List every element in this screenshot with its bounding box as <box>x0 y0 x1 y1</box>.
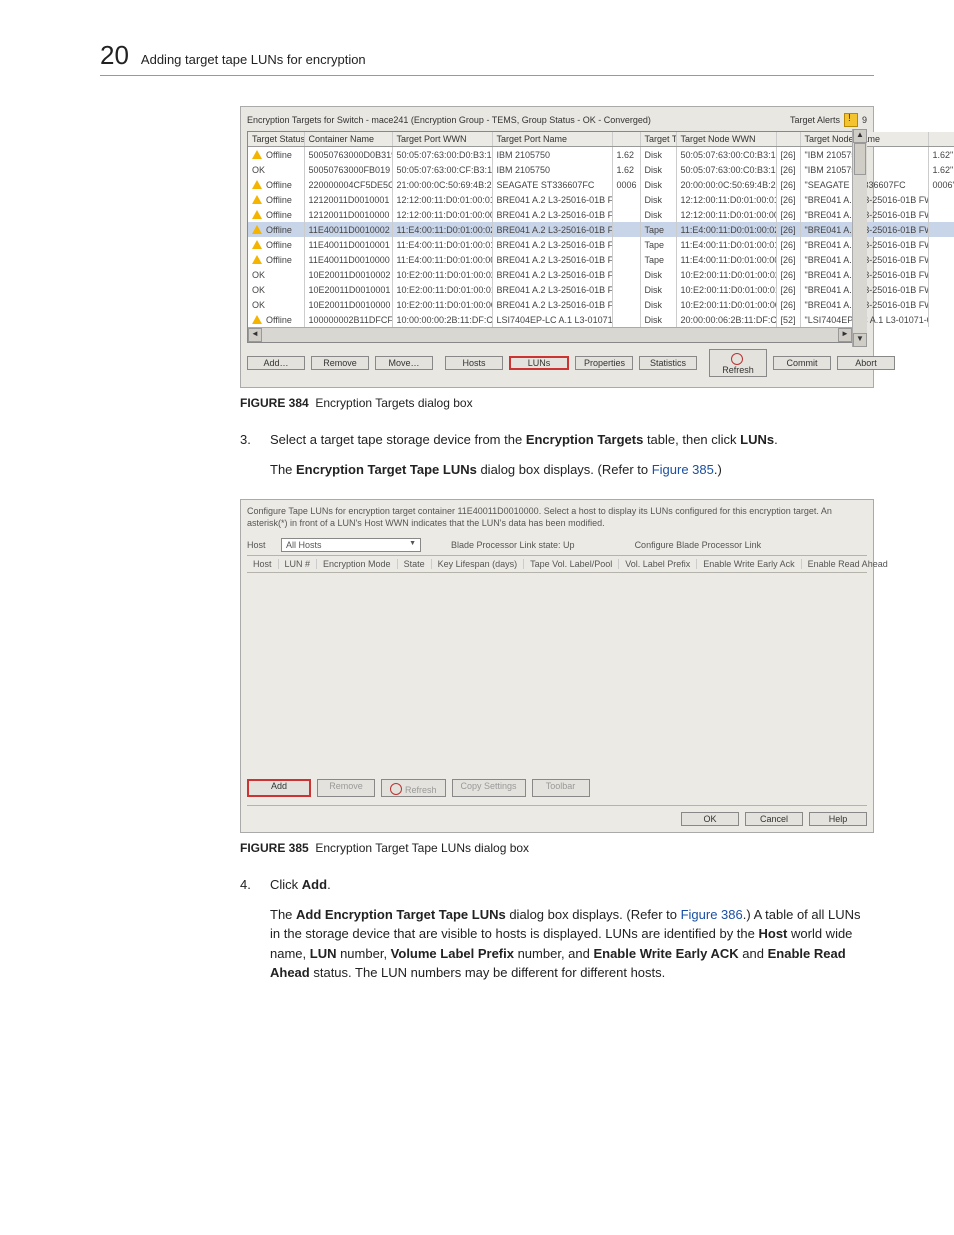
dialog-title: Encryption Targets for Switch - mace241 … <box>247 115 651 125</box>
host-label: Host <box>247 540 281 550</box>
target-alerts-label: Target Alerts <box>790 115 840 125</box>
table-row[interactable]: Offline11E40011D001000211:E4:00:11:D0:01… <box>248 222 954 237</box>
table-row[interactable]: Offline12120011D001000012:12:00:11:D0:01… <box>248 207 954 222</box>
dialog-description: Configure Tape LUNs for encryption targe… <box>247 506 867 529</box>
remove-button[interactable]: Remove <box>311 356 369 370</box>
v-scrollbar[interactable]: ▲▼ <box>852 129 867 347</box>
abort-button[interactable]: Abort <box>837 356 895 370</box>
hosts-button[interactable]: Hosts <box>445 356 503 370</box>
figure-384-caption: FIGURE 384 Encryption Targets dialog box <box>240 396 874 410</box>
column-header[interactable] <box>776 132 800 147</box>
warning-icon <box>252 315 262 324</box>
table-row[interactable]: Offline11E40011D001000011:E4:00:11:D0:01… <box>248 252 954 267</box>
step-3: 3. Select a target tape storage device f… <box>240 430 874 489</box>
warning-icon <box>252 180 262 189</box>
column-header[interactable]: Vol. Label Prefix <box>619 559 697 569</box>
h-scrollbar[interactable]: ◄► <box>248 327 852 342</box>
column-header[interactable]: Enable Write Early Ack <box>697 559 801 569</box>
target-alerts-count: 9 <box>862 115 867 125</box>
warning-icon <box>252 225 262 234</box>
table-row[interactable]: Offline220000004CF5DE5C121:00:00:0C:50:6… <box>248 177 954 192</box>
refresh-button[interactable]: Refresh <box>381 779 446 797</box>
help-button[interactable]: Help <box>809 812 867 826</box>
column-header[interactable]: Target Status <box>248 132 304 147</box>
refresh-icon <box>731 353 743 365</box>
column-header[interactable]: Container Name <box>304 132 392 147</box>
table-row[interactable]: Offline12120011D001000112:12:00:11:D0:01… <box>248 192 954 207</box>
alert-icon[interactable] <box>844 113 858 127</box>
move-button[interactable]: Move… <box>375 356 433 370</box>
column-header[interactable]: Enable Read Ahead <box>802 559 894 569</box>
figure-385-link[interactable]: Figure 385 <box>652 462 714 477</box>
table-row[interactable]: OK10E20011D001000210:E2:00:11:D0:01:00:0… <box>248 267 954 282</box>
chapter-number: 20 <box>100 40 129 71</box>
copy-settings-button[interactable]: Copy Settings <box>452 779 526 797</box>
configure-blade-processor-link[interactable]: Configure Blade Processor Link <box>635 540 762 550</box>
encryption-targets-dialog: Encryption Targets for Switch - mace241 … <box>240 106 874 388</box>
add-button[interactable]: Add <box>247 779 311 797</box>
table-row[interactable]: Offline100000002B11DFCF10:00:00:00:2B:11… <box>248 312 954 327</box>
column-header[interactable]: Target Node WWN <box>676 132 776 147</box>
table-row[interactable]: OK50050763000FB01950:05:07:63:00:CF:B3:1… <box>248 162 954 177</box>
column-header[interactable]: Encryption Mode <box>317 559 398 569</box>
host-dropdown[interactable]: All Hosts <box>281 538 421 552</box>
figure-385-caption: FIGURE 385 Encryption Target Tape LUNs d… <box>240 841 874 855</box>
column-header[interactable]: Host <box>247 559 279 569</box>
column-header[interactable]: LUN # <box>279 559 318 569</box>
chapter-header: 20 Adding target tape LUNs for encryptio… <box>100 40 874 76</box>
refresh-button[interactable]: Refresh <box>709 349 767 377</box>
ok-button[interactable]: OK <box>681 812 739 826</box>
cancel-button[interactable]: Cancel <box>745 812 803 826</box>
table-row[interactable]: Offline11E40011D001000111:E4:00:11:D0:01… <box>248 237 954 252</box>
table-row[interactable]: OK10E20011D001000010:E2:00:11:D0:01:00:0… <box>248 297 954 312</box>
warning-icon <box>252 195 262 204</box>
figure-386-link[interactable]: Figure 386 <box>681 907 743 922</box>
warning-icon <box>252 255 262 264</box>
step-4: 4. Click Add. The Add Encryption Target … <box>240 875 874 993</box>
add-button[interactable]: Add… <box>247 356 305 370</box>
encryption-targets-table[interactable]: Target StatusContainer NameTarget Port W… <box>248 132 954 327</box>
warning-icon <box>252 210 262 219</box>
column-header[interactable]: Target Port WWN <box>392 132 492 147</box>
blade-processor-state: Blade Processor Link state: Up <box>451 540 575 550</box>
table-row[interactable]: Offline50050763000D0B31950:05:07:63:00:D… <box>248 147 954 163</box>
toolbar-button[interactable]: Toolbar <box>532 779 590 797</box>
column-header[interactable]: Key Lifespan (days) <box>432 559 525 569</box>
column-header[interactable]: Target Type <box>640 132 676 147</box>
warning-icon <box>252 150 262 159</box>
refresh-icon <box>390 783 402 795</box>
table-row[interactable]: OK10E20011D001000110:E2:00:11:D0:01:00:0… <box>248 282 954 297</box>
remove-button[interactable]: Remove <box>317 779 375 797</box>
statistics-button[interactable]: Statistics <box>639 356 697 370</box>
commit-button[interactable]: Commit <box>773 356 831 370</box>
column-header[interactable]: Target Port Name <box>492 132 612 147</box>
column-header[interactable] <box>928 132 954 147</box>
lun-table-header: HostLUN #Encryption ModeStateKey Lifespa… <box>247 556 867 573</box>
column-header[interactable] <box>612 132 640 147</box>
properties-button[interactable]: Properties <box>575 356 633 370</box>
lun-table-body[interactable] <box>247 573 867 773</box>
warning-icon <box>252 240 262 249</box>
column-header[interactable]: Tape Vol. Label/Pool <box>524 559 619 569</box>
chapter-title: Adding target tape LUNs for encryption <box>141 52 366 67</box>
encryption-target-tape-luns-dialog: Configure Tape LUNs for encryption targe… <box>240 499 874 833</box>
column-header[interactable]: State <box>398 559 432 569</box>
luns-button[interactable]: LUNs <box>509 356 569 370</box>
